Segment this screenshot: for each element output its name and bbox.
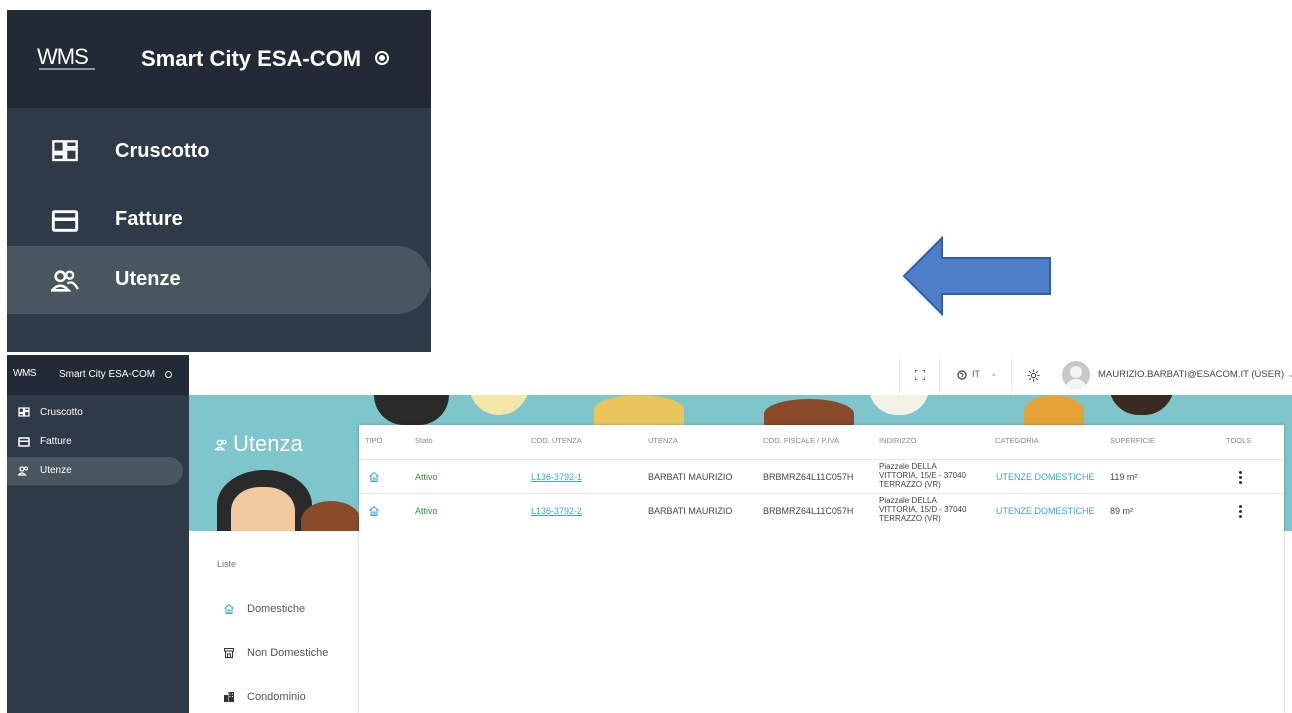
cod-utenza-link[interactable]: L136-3792-1 bbox=[531, 472, 582, 482]
language-selector[interactable]: IT ⌄ bbox=[939, 355, 1012, 395]
more-vertical-icon[interactable] bbox=[1239, 505, 1242, 520]
dashboard-icon bbox=[18, 407, 30, 417]
credit-card-icon bbox=[51, 210, 79, 232]
sidebar-item-fatture[interactable]: Fatture bbox=[7, 186, 431, 254]
left-arrow-icon bbox=[902, 236, 1051, 316]
users-icon bbox=[51, 270, 79, 292]
sidebar-item-label: Fatture bbox=[115, 208, 183, 230]
more-vertical-icon[interactable] bbox=[1239, 471, 1242, 486]
chevron-down-icon: ⌄ bbox=[1286, 369, 1292, 380]
column-header: SUPERFICIE bbox=[1110, 436, 1156, 445]
column-header: COD. UTENZA bbox=[531, 436, 582, 445]
banner-illustration bbox=[1109, 395, 1174, 415]
app-window: WMS Smart City ESA-COM Cruscotto Fatture bbox=[7, 355, 1292, 713]
store-icon bbox=[224, 648, 234, 658]
utenza-name: BARBATI MAURIZIO bbox=[648, 506, 733, 516]
sidebar-item-cruscotto[interactable]: Cruscotto bbox=[7, 399, 183, 427]
superficie: 89 m² bbox=[1110, 506, 1134, 516]
sidebar-item-cruscotto[interactable]: Cruscotto bbox=[7, 118, 431, 186]
categoria: UTENZE DOMESTICHE bbox=[996, 506, 1095, 516]
sidebar-item-utenze[interactable]: Utenze bbox=[7, 457, 183, 485]
settings-button[interactable] bbox=[1011, 355, 1056, 395]
column-header: UTENZA bbox=[648, 436, 678, 445]
sidebar-item-label: Cruscotto bbox=[40, 407, 83, 418]
users-icon bbox=[213, 439, 227, 451]
chevron-down-icon: ⌄ bbox=[990, 368, 998, 378]
globe-icon bbox=[957, 370, 967, 380]
list-item-label: Domestiche bbox=[247, 603, 306, 615]
users-icon bbox=[18, 466, 29, 476]
lists-panel: Liste Domestiche Non Domestiche Condomin… bbox=[189, 531, 359, 713]
sidebar-item-label: Cruscotto bbox=[115, 140, 210, 162]
sidebar-item-label: Fatture bbox=[40, 436, 72, 447]
credit-card-icon bbox=[18, 437, 30, 447]
banner-illustration bbox=[1024, 395, 1084, 429]
column-header: COD. FISCALE / P.IVA bbox=[763, 436, 839, 445]
cod-utenza-link[interactable]: L136-3792-2 bbox=[531, 506, 582, 516]
gear-icon bbox=[1027, 369, 1040, 382]
cod-fiscale: BRBMRZ64L11C057H bbox=[763, 472, 854, 482]
user-menu[interactable]: MAURIZIO.BARBATI@ESACOM.IT (USER) ⌄ bbox=[1098, 369, 1292, 380]
banner-illustration bbox=[469, 395, 529, 415]
list-item-label: Condominio bbox=[247, 691, 306, 703]
building-icon bbox=[224, 692, 234, 702]
logo-underline bbox=[39, 68, 95, 70]
column-header: TOOLS bbox=[1226, 436, 1252, 445]
column-header: CATEGORIA bbox=[995, 436, 1039, 445]
home-icon bbox=[369, 505, 379, 516]
column-header: INDIRIZZO bbox=[879, 436, 917, 445]
banner-illustration bbox=[301, 501, 361, 531]
brand-title: Smart City ESA-COM bbox=[59, 369, 156, 380]
dashboard-icon bbox=[52, 140, 78, 162]
sidebar: WMS Smart City ESA-COM Cruscotto Fatture bbox=[7, 355, 189, 713]
language-label: IT bbox=[972, 369, 980, 379]
sidebar-item-label: Utenze bbox=[115, 268, 181, 290]
sidebar-item-utenze[interactable]: Utenze bbox=[7, 246, 431, 314]
cod-fiscale: BRBMRZ64L11C057H bbox=[763, 506, 854, 516]
brand-title: Smart City ESA-COM bbox=[141, 46, 362, 71]
fullscreen-icon bbox=[915, 370, 925, 380]
avatar[interactable] bbox=[1062, 361, 1090, 389]
page-title-text: Utenza bbox=[233, 431, 303, 456]
superficie: 119 m² bbox=[1110, 472, 1138, 482]
home-icon bbox=[369, 471, 379, 482]
radio-button-icon[interactable] bbox=[375, 51, 389, 65]
radio-button-icon[interactable] bbox=[165, 371, 172, 378]
sidebar-brand-bar: WMS Smart City ESA-COM bbox=[7, 355, 189, 395]
list-item-label: Non Domestiche bbox=[247, 647, 329, 659]
fullscreen-button[interactable] bbox=[899, 355, 940, 395]
utenza-name: BARBATI MAURIZIO bbox=[648, 472, 733, 482]
lists-heading: Liste bbox=[217, 559, 237, 569]
banner-illustration bbox=[231, 487, 295, 531]
banner-illustration bbox=[594, 395, 684, 425]
indirizzo: Piazzale DELLA VITTORIA, 15/E - 37040 TE… bbox=[879, 462, 967, 489]
status-badge: Attivo bbox=[415, 506, 438, 516]
indirizzo: Piazzale DELLA VITTORIA, 15/D - 37040 TE… bbox=[879, 496, 967, 523]
categoria: UTENZE DOMESTICHE bbox=[996, 472, 1095, 482]
utenze-table: TIPO Stato COD. UTENZA UTENZA COD. FISCA… bbox=[359, 425, 1284, 713]
top-bar: IT ⌄ MAURIZIO.BARBATI@ESACOM.IT (USER) ⌄ bbox=[189, 355, 1292, 396]
status-badge: Attivo bbox=[415, 472, 438, 482]
column-header: TIPO bbox=[365, 436, 383, 445]
user-email: MAURIZIO.BARBATI@ESACOM.IT (USER) bbox=[1098, 369, 1285, 380]
wms-logo: WMS bbox=[37, 44, 89, 69]
wms-logo: WMS bbox=[13, 368, 36, 379]
table-row[interactable]: Attivo L136-3792-1 BARBATI MAURIZIO BRBM… bbox=[359, 459, 1284, 494]
table-row[interactable]: Attivo L136-3792-2 BARBATI MAURIZIO BRBM… bbox=[359, 493, 1284, 528]
sidebar-brand-bar: WMS Smart City ESA-COM bbox=[7, 10, 431, 108]
column-header: Stato bbox=[415, 436, 433, 445]
banner-illustration bbox=[374, 395, 449, 425]
banner-illustration bbox=[869, 395, 929, 415]
zoomed-sidebar-inset: WMS Smart City ESA-COM Cruscotto Fatture… bbox=[7, 10, 431, 352]
sidebar-item-fatture[interactable]: Fatture bbox=[7, 428, 183, 456]
sidebar-item-label: Utenze bbox=[40, 465, 72, 476]
page-title: Utenza bbox=[213, 431, 303, 457]
home-icon bbox=[224, 603, 234, 614]
